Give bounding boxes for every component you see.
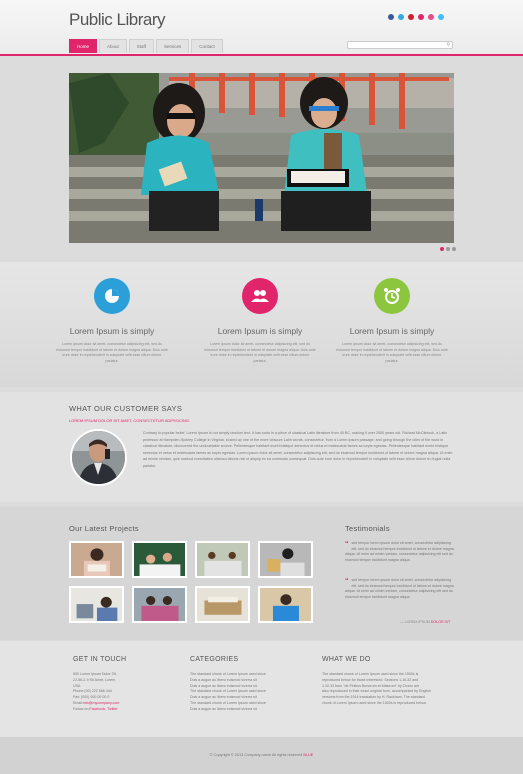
feature-title: Lorem Ipsum is simply — [69, 326, 155, 336]
feature-title: Lorem Ipsum is simply — [349, 326, 435, 336]
project-thumbnail[interactable] — [195, 586, 250, 623]
testimonial-quote: “ sed tempor lorem ipsum dolor sit amet,… — [345, 541, 457, 563]
copyright-bar: © Copyright © 2013 Company name All righ… — [0, 737, 523, 774]
email-link[interactable]: info@mycompany.com — [83, 701, 119, 705]
pie-chart-circle[interactable] — [94, 278, 130, 314]
follow-links[interactable]: Facebook, Twitter — [89, 707, 117, 711]
testimonial-byline: — LOREM IPSUM DOLOR SIT — [400, 620, 450, 624]
nav-item-home[interactable]: Home — [69, 39, 98, 53]
flickr-icon[interactable] — [418, 14, 424, 20]
email-label: Email: — [73, 700, 83, 705]
project-thumbnail[interactable] — [132, 586, 187, 623]
footer-contact-lines: 500 Lorem Ipsum Dolor Sit, 22-56-2-9 Sit … — [73, 672, 173, 713]
site-header: Public Library Home About Staff Services Con… — [0, 0, 523, 56]
testimonials-title: Testimonials — [345, 524, 390, 533]
project-thumbnail[interactable] — [195, 541, 250, 578]
alarm-clock-circle[interactable] — [374, 278, 410, 314]
footer-line: Duis a augue ac libero euismod viverra s… — [190, 706, 257, 711]
copyright-text: © Copyright © 2013 Company name All righ… — [209, 753, 303, 757]
customer-subtitle: LOREM IPSUM DOLOR SIT AMET, CONSECTETUR … — [69, 418, 191, 423]
footer-line: chunk of Lorem Ipsum used since the 1500… — [322, 700, 427, 705]
footer-categories-title: CATEGORIES — [190, 656, 239, 663]
footer-whatwedo-lines: The standard chunk of Lorem Ipsum used s… — [322, 672, 452, 707]
customer-says-section: WHAT OUR CUSTOMER SAYS LOREM IPSUM DOLOR… — [0, 392, 523, 502]
byline-prefix: — LOREM IPSUM — [400, 620, 430, 624]
features-section: Lorem Ipsum is simply Lorem ipsum dolor s… — [0, 262, 523, 387]
social-icons — [388, 14, 444, 20]
twitter-icon[interactable] — [398, 14, 404, 20]
feature-block: Lorem Ipsum is simply Lorem ipsum dolor s… — [52, 278, 172, 364]
alarm-clock-icon — [383, 287, 401, 305]
footer-follow-line: Follow on:Facebook, Twitter — [73, 707, 173, 713]
footer-categories-lines: The standard chunk of Lorem Ipsum used s… — [190, 672, 300, 713]
slider-dots — [440, 247, 456, 251]
projects-title: Our Latest Projects — [69, 524, 139, 533]
testimonial-text: sed tempor lorem ipsum dolor sit amet, c… — [345, 541, 454, 562]
customer-testimonial-text: Contrary to popular belief, Lorem Ipsum … — [143, 431, 453, 468]
facebook-icon[interactable] — [388, 14, 394, 20]
quote-icon: “ — [345, 578, 349, 585]
project-thumbnail[interactable] — [132, 541, 187, 578]
project-thumbnail[interactable] — [69, 541, 124, 578]
slider-dot[interactable] — [452, 247, 456, 251]
copyright-link[interactable]: BLUE — [303, 753, 313, 757]
nav-item-services[interactable]: Services — [155, 39, 190, 53]
feature-text: Lorem ipsum dolor sit amet, consectetur … — [336, 342, 448, 363]
nav-item-staff[interactable]: Staff — [128, 39, 154, 53]
slider-dot[interactable] — [440, 247, 444, 251]
projects-section: Our Latest Projects Testimonials “ sed t… — [0, 506, 523, 640]
slider-dot[interactable] — [446, 247, 450, 251]
testimonial-text: sed tempor lorem ipsum dolor sit amet, c… — [345, 578, 454, 599]
site-logo[interactable]: Public Library — [69, 10, 166, 30]
footer-whatwedo-title: WHAT WE DO — [322, 656, 371, 663]
byline-name[interactable]: DOLOR SIT — [431, 620, 450, 624]
nav-item-about[interactable]: About — [99, 39, 127, 53]
follow-label: Follow on: — [73, 706, 90, 711]
site-footer: GET IN TOUCH 500 Lorem Ipsum Dolor Sit, 2… — [0, 641, 523, 737]
footer-what-we-do: WHAT WE DO The standard chunk of Lorem I… — [322, 656, 452, 707]
feature-text: Lorem ipsum dolor sit amet, consectetur … — [56, 342, 168, 363]
search-input[interactable]: ⚲ — [347, 41, 453, 49]
nav-item-contact[interactable]: Contact — [191, 39, 223, 53]
testimonial-quote: “ sed tempor lorem ipsum dolor sit amet,… — [345, 578, 457, 600]
feature-text: Lorem ipsum dolor sit amet, consectetur … — [204, 342, 316, 363]
footer-categories: CATEGORIES The standard chunk of Lorem I… — [190, 656, 300, 713]
users-circle[interactable] — [242, 278, 278, 314]
feature-title: Lorem Ipsum is simply — [217, 326, 303, 336]
project-thumbnail[interactable] — [258, 586, 313, 623]
project-thumbnail[interactable] — [69, 586, 124, 623]
main-nav: Home About Staff Services Contact — [69, 39, 223, 53]
quote-icon: “ — [345, 541, 349, 548]
dribbble-icon[interactable] — [428, 14, 434, 20]
customer-title: WHAT OUR CUSTOMER SAYS — [69, 404, 183, 413]
footer-contact-title: GET IN TOUCH — [73, 656, 127, 663]
feature-block: Lorem Ipsum is simply Lorem ipsum dolor s… — [332, 278, 452, 364]
customer-avatar — [70, 429, 127, 486]
search-icon[interactable]: ⚲ — [446, 42, 450, 49]
feature-block: Lorem Ipsum is simply Lorem ipsum dolor s… — [200, 278, 320, 364]
projects-grid — [69, 541, 313, 623]
project-thumbnail[interactable] — [258, 541, 313, 578]
hero-slider-image — [69, 73, 454, 243]
footer-contact: GET IN TOUCH 500 Lorem Ipsum Dolor Sit, 2… — [73, 656, 173, 713]
pinterest-icon[interactable] — [408, 14, 414, 20]
pie-chart-icon — [104, 288, 120, 304]
users-icon — [251, 289, 269, 303]
vimeo-icon[interactable] — [438, 14, 444, 20]
